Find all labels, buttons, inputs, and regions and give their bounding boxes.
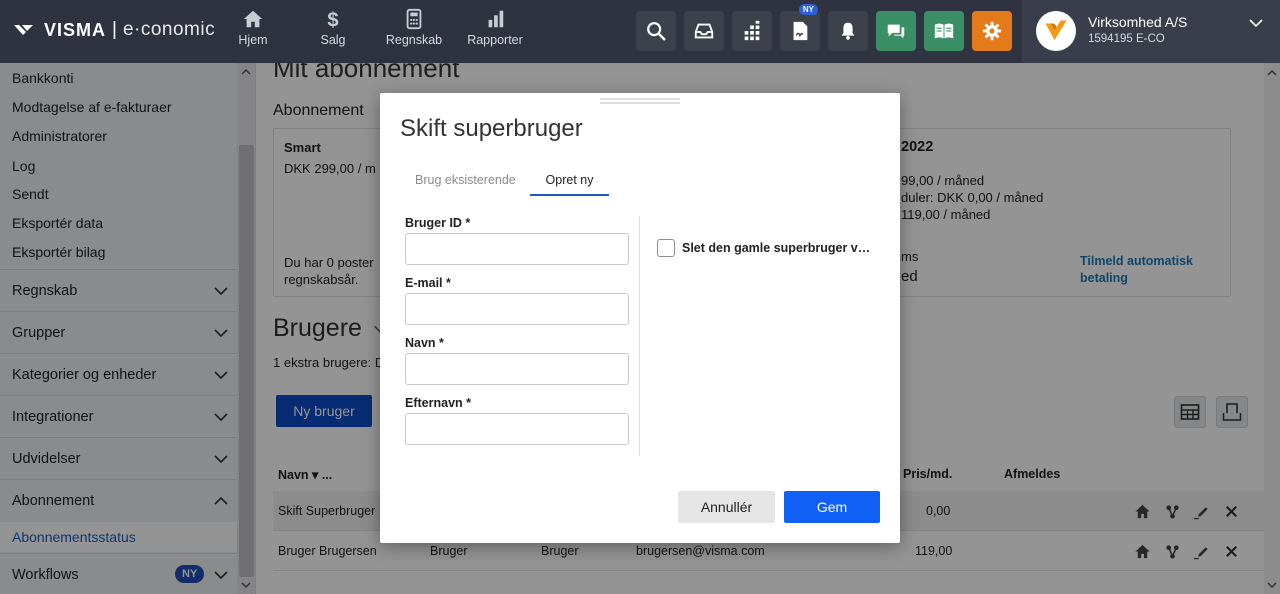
brand-separator: | (112, 19, 117, 40)
bell-icon (841, 22, 855, 40)
delete-old-superuser-checkbox[interactable] (657, 239, 675, 257)
company-name: Virksomhed A/S (1088, 14, 1188, 30)
nav-sales-label: Salg (320, 33, 346, 47)
first-name-input[interactable] (405, 353, 629, 385)
change-superuser-dialog: Skift superbruger Brug eksisterende Opre… (380, 93, 900, 543)
tab-create-new[interactable]: Opret ny (530, 173, 609, 196)
company-switcher[interactable]: Virksomhed A/S 1594195 E-CO (1022, 0, 1280, 63)
chat-button[interactable] (876, 11, 916, 51)
help-book-button[interactable] (924, 11, 964, 51)
save-button[interactable]: Gem (784, 491, 880, 523)
nav-home[interactable]: Hjem (218, 8, 288, 47)
document-icon (793, 21, 808, 41)
chat-icon (887, 24, 905, 39)
documents-button[interactable]: NY (780, 4, 820, 51)
nav-home-label: Hjem (238, 33, 268, 47)
chevron-down-icon (1249, 19, 1263, 28)
inbox-button[interactable] (684, 11, 724, 51)
search-button[interactable] (636, 11, 676, 51)
email-label: E-mail * (405, 276, 451, 290)
tab-use-existing[interactable]: Brug eksisterende (415, 173, 516, 187)
nav-accounting-label: Regnskab (385, 33, 443, 47)
new-badge: NY (798, 4, 818, 15)
notifications-button[interactable] (828, 11, 868, 51)
nav-accounting[interactable]: Regnskab (379, 8, 449, 47)
dialog-divider (639, 216, 640, 456)
cancel-button[interactable]: Annullér (678, 491, 775, 523)
settings-button[interactable] (972, 11, 1012, 51)
dollar-icon: $ (327, 9, 338, 30)
last-name-input[interactable] (405, 413, 629, 445)
visma-v-logo-icon (1045, 20, 1067, 40)
visma-economic-logo[interactable]: VISMA | e·conomic (14, 18, 215, 42)
last-name-label: Efternavn * (405, 396, 471, 410)
delete-old-superuser-label[interactable]: Slet den gamle superbruger v… (682, 241, 870, 255)
dialog-title: Skift superbruger (400, 115, 583, 142)
settings-icon (982, 21, 1002, 41)
nav-reports[interactable]: Rapporter (460, 8, 530, 47)
brand-name: VISMA (44, 19, 107, 40)
nav-reports-label: Rapporter (467, 33, 523, 47)
inbox-icon (694, 23, 714, 39)
first-name-label: Navn * (405, 336, 444, 350)
svg-text:$: $ (327, 9, 338, 30)
nav-sales[interactable]: $ Salg (298, 8, 368, 47)
top-bar: VISMA | e·conomic Hjem $ Salg Regnskab R… (0, 0, 1280, 63)
company-id: 1594195 E-CO (1088, 33, 1165, 45)
email-input[interactable] (405, 293, 629, 325)
product-name: e·conomic (122, 19, 216, 40)
company-avatar (1036, 11, 1076, 51)
book-icon (934, 23, 954, 39)
dialog-drag-handle[interactable] (600, 98, 680, 104)
user-id-label: Bruger ID * (405, 216, 471, 230)
user-id-input[interactable] (405, 233, 629, 265)
home-icon (243, 10, 263, 28)
search-icon (647, 22, 666, 41)
apps-icon (744, 20, 760, 41)
calculator-icon (406, 8, 422, 30)
visma-logo-icon (14, 25, 33, 35)
bar-chart-icon (488, 10, 504, 28)
apps-button[interactable] (732, 11, 772, 51)
